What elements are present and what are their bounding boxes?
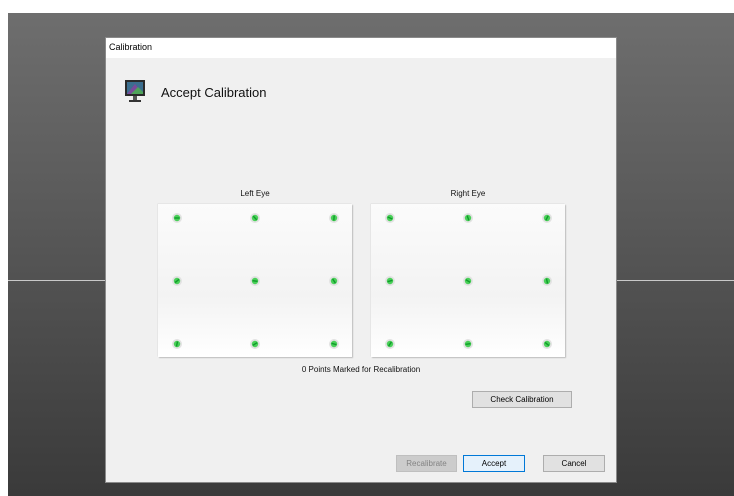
page-title: Accept Calibration: [161, 85, 267, 100]
right-eye-points: [385, 213, 552, 349]
calibration-point[interactable]: [172, 213, 182, 223]
calibration-point[interactable]: [542, 213, 552, 223]
calibration-point[interactable]: [329, 276, 339, 286]
right-eye-label: Right Eye: [450, 189, 486, 198]
calibration-point[interactable]: [172, 339, 182, 349]
calibration-point[interactable]: [463, 339, 473, 349]
horizon-line: [616, 280, 734, 281]
calibration-point[interactable]: [329, 213, 339, 223]
left-eye-points: [172, 213, 339, 349]
right-eye-panel[interactable]: [371, 204, 565, 357]
accept-button[interactable]: Accept: [463, 455, 525, 472]
title-bar[interactable]: Calibration: [106, 38, 616, 58]
calibration-point[interactable]: [250, 213, 260, 223]
calibration-point[interactable]: [385, 276, 395, 286]
calibration-dialog: Calibration Accept Calibration Left Eye …: [106, 38, 616, 482]
calibration-point[interactable]: [542, 339, 552, 349]
check-calibration-button[interactable]: Check Calibration: [472, 391, 572, 408]
cancel-button[interactable]: Cancel: [543, 455, 605, 472]
calibration-point[interactable]: [329, 339, 339, 349]
calibration-point[interactable]: [172, 276, 182, 286]
calibration-point[interactable]: [250, 276, 260, 286]
left-eye-panel[interactable]: [158, 204, 352, 357]
window-title: Calibration: [109, 42, 153, 52]
monitor-icon: [125, 80, 145, 104]
calibration-point[interactable]: [463, 276, 473, 286]
left-eye-label: Left Eye: [240, 189, 270, 198]
horizon-line: [8, 280, 106, 281]
calibration-point[interactable]: [542, 276, 552, 286]
calibration-point[interactable]: [385, 339, 395, 349]
calibration-point[interactable]: [250, 339, 260, 349]
recalibration-status: 0 Points Marked for Recalibration: [301, 365, 421, 374]
calibration-point[interactable]: [385, 213, 395, 223]
calibration-point[interactable]: [463, 213, 473, 223]
recalibrate-button[interactable]: Recalibrate: [396, 455, 457, 472]
